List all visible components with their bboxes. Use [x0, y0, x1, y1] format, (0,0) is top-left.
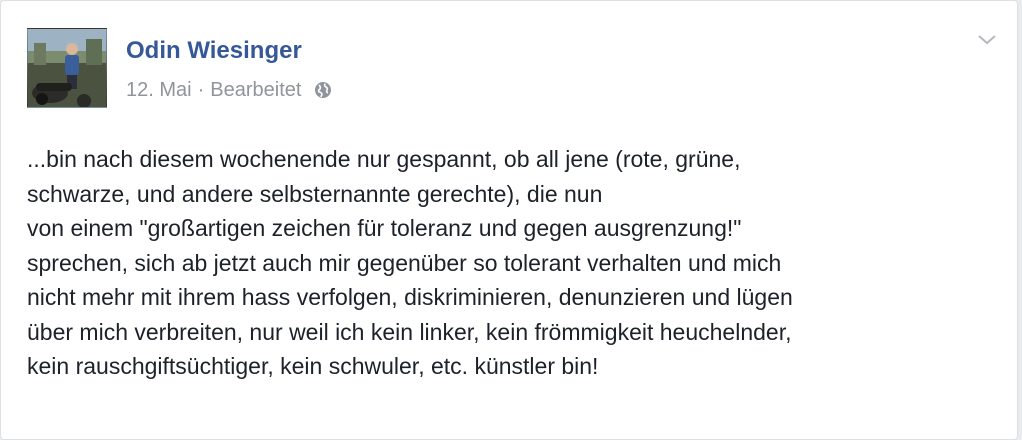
profile-photo: [28, 29, 106, 107]
meta-separator: ·: [197, 79, 205, 101]
globe-icon[interactable]: [313, 80, 333, 100]
post-body-text: ...bin nach diesem wochenende nur gespan…: [27, 142, 987, 384]
post-line: über mich verbreiten, nur weil ich kein …: [27, 318, 792, 345]
chevron-down-icon[interactable]: [976, 31, 998, 49]
post-line: schwarze, und andere selbsternannte gere…: [27, 180, 603, 207]
post-card: Odin Wiesinger 12. Mai · Bearbeitet ...b…: [0, 0, 1018, 440]
post-date-link[interactable]: 12. Mai: [126, 77, 192, 103]
post-line: nicht mehr mit ihrem hass verfolgen, dis…: [27, 284, 793, 310]
author-name-link[interactable]: Odin Wiesinger: [126, 36, 302, 66]
post-line: kein rauschgiftsüchtiger, kein schwuler,…: [27, 353, 599, 379]
edited-label[interactable]: Bearbeitet: [210, 77, 301, 103]
post-line: sprechen, sich ab jetzt auch mir gegenüb…: [27, 249, 782, 276]
avatar[interactable]: [27, 28, 107, 108]
post-meta: 12. Mai · Bearbeitet: [126, 77, 333, 103]
post-line: ...bin nach diesem wochenende nur gespan…: [27, 146, 741, 172]
post-line: von einem "großartigen zeichen für toler…: [27, 215, 742, 241]
